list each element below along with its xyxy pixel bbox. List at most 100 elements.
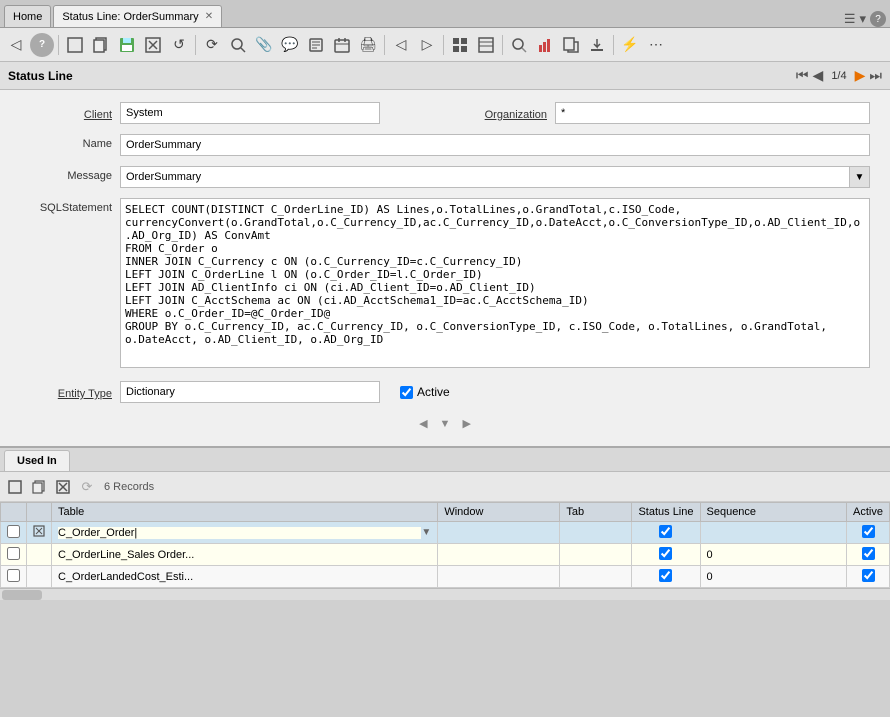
nav-prev-button[interactable]: ◁ [389,33,413,57]
expand-icon[interactable]: ▾ [859,11,866,27]
row1-edit-cell [27,522,52,544]
entity-row: Entity Type Active [20,381,870,403]
nav-back-icon[interactable]: ◀ [813,67,824,84]
subtoolbar: ⟳ 6 Records [0,472,890,502]
row1-table-input[interactable] [58,527,421,539]
name-input[interactable] [120,134,870,156]
save-button[interactable] [115,33,139,57]
row1-tab-cell [560,522,632,544]
new-button[interactable] [63,33,87,57]
row3-checkbox[interactable] [7,569,20,582]
help-button[interactable]: ? [30,33,54,57]
sep-left-icon: ◀ [419,417,427,430]
sep-down-icon: ▼ [440,418,451,430]
message-input[interactable] [120,166,850,188]
subtoolbar-delete-btn[interactable] [52,476,74,498]
scrollbar-area [0,588,890,600]
col-table: Table [52,503,438,522]
entity-type-input[interactable] [120,381,380,403]
nav-bar: Status Line ⏮ ◀ 1/4 ▶ ⏭ [0,62,890,90]
table-row: ▼ [1,522,890,544]
row2-window-cell [438,544,560,566]
message-dropdown-btn[interactable]: ▼ [850,166,870,188]
row1-checkbox[interactable] [7,525,20,538]
back-button[interactable]: ◁ [4,33,28,57]
export-button[interactable] [559,33,583,57]
client-org-row: Client Organization [20,102,870,124]
row1-active-check[interactable] [862,525,875,538]
nav-forward-icon[interactable]: ▶ [855,67,866,84]
row1-statusline-check[interactable] [659,525,672,538]
history-button[interactable] [304,33,328,57]
copy-button[interactable] [89,33,113,57]
row2-active-check[interactable] [862,547,875,560]
row1-select-cell [1,522,27,544]
col-tab: Tab [560,503,632,522]
import-button[interactable] [585,33,609,57]
form-button[interactable] [474,33,498,57]
row3-active-cell [847,566,890,588]
sql-textarea[interactable]: SELECT COUNT(DISTINCT C_OrderLine_ID) AS… [120,198,870,368]
undo-button[interactable]: ↺ [167,33,191,57]
row2-statusline-check[interactable] [659,547,672,560]
row1-table-dropdown[interactable]: ▼ [421,527,431,538]
subtab-used-in[interactable]: Used In [4,450,70,471]
message-row: Message ▼ [20,166,870,188]
col-edit [27,503,52,522]
row3-statusline-check[interactable] [659,569,672,582]
more-button[interactable]: ⋯ [644,33,668,57]
org-input[interactable] [555,102,870,124]
table-row: C_OrderLine_Sales Order... 0 [1,544,890,566]
help-icon[interactable]: ? [870,11,886,27]
zoom-button[interactable] [226,33,250,57]
subtoolbar-refresh-btn[interactable]: ⟳ [76,476,98,498]
subtoolbar-new-btn[interactable] [4,476,26,498]
row1-edit-icon [33,525,45,537]
data-table-container: Table Window Tab Status Line Sequence Ac… [0,502,890,588]
row2-edit-cell [27,544,52,566]
report-button[interactable] [533,33,557,57]
grid-button[interactable] [448,33,472,57]
org-label: Organization [455,105,555,121]
row2-select-cell [1,544,27,566]
table-row: C_OrderLandedCost_Esti... 0 [1,566,890,588]
find-button[interactable] [507,33,531,57]
scrollbar-thumb[interactable] [2,590,42,600]
attach-button[interactable]: 📎 [252,33,276,57]
name-field [120,134,870,156]
delete-button[interactable] [141,33,165,57]
row2-tab-cell [560,544,632,566]
sep-2 [195,35,196,55]
row3-sequence-cell: 0 [700,566,847,588]
nav-last-icon[interactable]: ⏭ [869,67,882,84]
refresh-button[interactable]: ⟳ [200,33,224,57]
client-label: Client [20,105,120,121]
col-window: Window [438,503,560,522]
sep-1 [58,35,59,55]
active-label: Active [417,385,450,399]
subtoolbar-copy-btn[interactable] [28,476,50,498]
row3-edit-cell [27,566,52,588]
client-input[interactable] [120,102,380,124]
message-label: Message [20,166,120,182]
nav-first-icon[interactable]: ⏮ [796,67,809,84]
chat-button[interactable]: 💬 [278,33,302,57]
tab-close-icon[interactable]: ✕ [205,11,213,22]
row1-table-cell[interactable]: ▼ [52,522,438,544]
sep-5 [502,35,503,55]
row1-sequence-cell [700,522,847,544]
row3-tab-cell [560,566,632,588]
tab-home[interactable]: Home [4,5,51,27]
row2-checkbox[interactable] [7,547,20,560]
calendar-button[interactable] [330,33,354,57]
row1-statusline-cell [632,522,700,544]
row3-active-check[interactable] [862,569,875,582]
active-checkbox[interactable] [400,386,413,399]
workflow-button[interactable]: ⚡ [618,33,642,57]
menu-icon[interactable]: ☰ [844,11,856,27]
bottom-section: Used In ⟳ 6 Records Table Window Tab [0,446,890,600]
nav-next-button[interactable]: ▷ [415,33,439,57]
print-button[interactable]: 🖨 [356,33,380,57]
tab-active[interactable]: Status Line: OrderSummary ✕ [53,5,222,27]
sql-label: SQLStatement [20,198,120,214]
